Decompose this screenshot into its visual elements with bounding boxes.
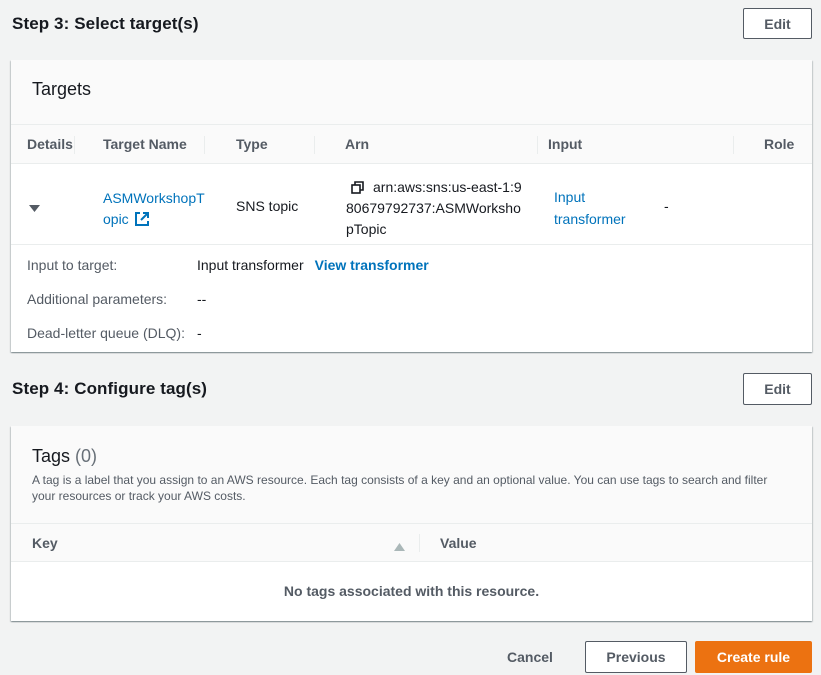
tags-empty-state: No tags associated with this resource. [283, 583, 540, 599]
step4-edit-button[interactable]: Edit [743, 373, 812, 405]
target-arn: arn:aws:sns:us-east-1:9 80679792737:ASMW… [346, 177, 522, 240]
column-header-label: Type [236, 135, 268, 152]
external-link-icon[interactable] [134, 212, 149, 226]
copy-icon[interactable] [351, 180, 364, 194]
view-transformer-link[interactable]: View transformer [315, 257, 429, 273]
create-rule-button[interactable]: Create rule [695, 641, 812, 673]
dlq-row: Dead-letter queue (DLQ): - [27, 316, 812, 350]
input-transformer-link[interactable]: Input transformer [554, 186, 626, 230]
additional-parameters-value: -- [197, 290, 207, 307]
arn-line2: 80679792737:ASMWorksho [346, 199, 521, 216]
targets-card: Targets Details Target Name Type Arn Inp… [11, 60, 812, 352]
column-header-input: Input [548, 125, 734, 164]
tags-card: Tags (0) A tag is a label that you assig… [11, 426, 812, 621]
tags-description-line1: A tag is a label that you assign to an A… [32, 473, 768, 487]
targets-card-title: Targets [32, 79, 92, 99]
column-header-label: Arn [345, 135, 370, 152]
input-to-target-value: Input transformer [197, 256, 304, 273]
input-line1[interactable]: Input [554, 186, 626, 208]
column-header-key[interactable]: Key [32, 535, 58, 551]
tags-card-header: Tags (0) A tag is a label that you assig… [11, 426, 812, 524]
additional-parameters-row: Additional parameters: -- [27, 282, 812, 316]
table-row: ASMWorkshopT opic SNS topic arn:aws:sns:… [11, 164, 812, 245]
target-name-link[interactable]: ASMWorkshopT opic [103, 188, 205, 230]
input-line2[interactable]: transformer [554, 208, 626, 230]
caret-down-icon[interactable] [29, 200, 40, 216]
targets-card-header: Targets [11, 60, 812, 125]
input-to-target-label: Input to target: [27, 256, 118, 273]
additional-parameters-label: Additional parameters: [27, 290, 168, 307]
target-name-line1[interactable]: ASMWorkshopT [103, 188, 205, 209]
targets-table: Details Target Name Type Arn Input Role [11, 125, 812, 164]
column-header-role: Role [734, 125, 812, 164]
cancel-button[interactable]: Cancel [487, 641, 573, 673]
step3-header: Step 3: Select target(s) Edit [12, 8, 812, 39]
column-header-arn: Arn [315, 125, 634, 164]
tags-description: A tag is a label that you assign to an A… [32, 472, 812, 504]
sort-ascending-icon[interactable] [394, 538, 405, 554]
tags-card-title: Tags (0) [32, 446, 812, 467]
step3-edit-button[interactable]: Edit [743, 8, 812, 39]
column-separator [419, 534, 420, 552]
step3-title: Step 3: Select target(s) [12, 13, 199, 33]
column-header-type: Type [205, 125, 315, 164]
column-header-target-name: Target Name [75, 125, 205, 164]
previous-button[interactable]: Previous [585, 641, 687, 673]
column-header-value: Value [440, 535, 477, 551]
step4-title: Step 4: Configure tag(s) [12, 379, 208, 398]
tags-title-text: Tags [32, 446, 71, 466]
input-to-target-row: Input to target: Input transformer View … [27, 248, 812, 282]
column-header-label: Input [548, 135, 583, 152]
column-header-label: Target Name [103, 135, 187, 152]
dlq-value: - [197, 324, 202, 341]
target-name-line2[interactable]: opic [103, 209, 129, 230]
column-header-label: Details [27, 135, 73, 152]
arn-line1: arn:aws:sns:us-east-1:9 [373, 178, 522, 195]
dlq-label: Dead-letter queue (DLQ): [27, 324, 185, 341]
arn-line3: pTopic [346, 220, 387, 237]
column-header-details: Details [11, 125, 75, 164]
footer-actions: Cancel Previous Create rule [487, 641, 812, 673]
tags-count: (0) [75, 446, 98, 466]
target-details: Input to target: Input transformer View … [11, 245, 812, 350]
target-type: SNS topic [236, 197, 299, 214]
tags-table-header: Key Value [11, 524, 812, 562]
tags-description-line2: your resources or track your AWS costs. [32, 489, 246, 503]
targets-table-header: Details Target Name Type Arn Input Role [11, 125, 812, 164]
step4-header: Step 4: Configure tag(s) Edit [12, 373, 812, 405]
column-header-label: Role [764, 135, 795, 152]
target-role: - [664, 197, 669, 214]
